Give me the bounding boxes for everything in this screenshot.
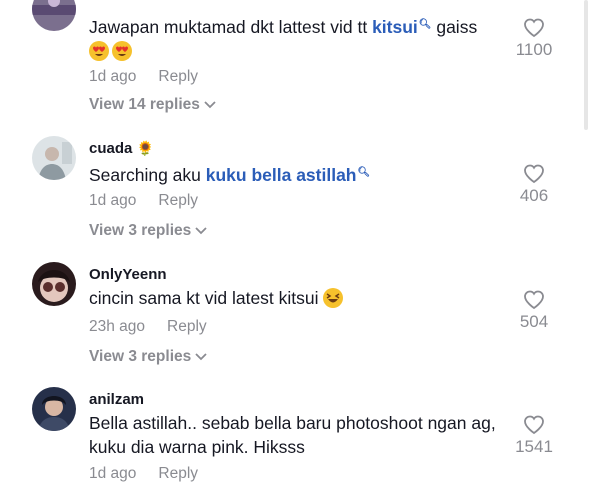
search-icon: 🔍︎ xyxy=(357,167,371,178)
avatar[interactable] xyxy=(32,136,76,180)
reply-button[interactable]: Reply xyxy=(158,68,198,85)
username[interactable]: anilzam xyxy=(89,391,144,408)
like-count: 1541 xyxy=(515,437,553,456)
like-count: 1100 xyxy=(515,40,553,59)
like-button[interactable]: 406 xyxy=(512,164,556,206)
comment-meta: 1d ago Reply xyxy=(89,465,198,483)
like-count: 504 xyxy=(519,312,549,331)
chevron-down-icon xyxy=(195,227,207,235)
reply-button[interactable]: Reply xyxy=(158,465,198,482)
search-link[interactable]: kuku bella astillah🔍︎ xyxy=(206,165,370,185)
comment-text: cincin sama kt vid latest kitsui xyxy=(89,286,499,310)
search-link[interactable]: kitsui🔍︎ xyxy=(372,17,431,37)
chevron-down-icon xyxy=(195,353,207,361)
like-count: 406 xyxy=(519,186,549,205)
like-button[interactable]: 1100 xyxy=(512,18,556,60)
comment-meta: 1d ago Reply xyxy=(89,192,198,210)
timestamp: 1d ago xyxy=(89,68,137,85)
comment-meta: 23h ago Reply xyxy=(89,318,207,336)
comment-item: anilzam Bella astillah.. sebab bella bar… xyxy=(0,387,590,486)
view-replies-button[interactable]: View 3 replies xyxy=(89,348,207,366)
heart-outline-icon xyxy=(524,164,544,184)
heart-outline-icon xyxy=(524,415,544,435)
heart-outline-icon xyxy=(524,290,544,310)
reply-button[interactable]: Reply xyxy=(158,192,198,209)
comment-text: Bella astillah.. sebab bella baru photos… xyxy=(89,413,496,457)
like-button[interactable]: 1541 xyxy=(512,415,556,457)
search-icon: 🔍︎ xyxy=(418,19,432,30)
reply-button[interactable]: Reply xyxy=(167,318,207,335)
username[interactable]: OnlyYeenn xyxy=(89,266,167,283)
laughing-emoji-icon xyxy=(323,288,344,308)
like-button[interactable]: 504 xyxy=(512,290,556,332)
heart-outline-icon xyxy=(524,18,544,38)
username[interactable]: cuada 🌻 xyxy=(89,140,154,157)
comment-text: Searching aku kuku bella astillah🔍︎ xyxy=(89,165,371,185)
comment-item: cuada 🌻 Searching aku kuku bella astilla… xyxy=(0,136,590,256)
timestamp: 1d ago xyxy=(89,192,137,209)
sunflower-icon: 🌻 xyxy=(136,140,154,156)
view-replies-button[interactable]: View 14 replies xyxy=(89,96,216,114)
comment-item: OnlyYeenn cincin sama kt vid latest kits… xyxy=(0,262,590,382)
timestamp: 23h ago xyxy=(89,318,146,335)
heart-eyes-emoji-icon xyxy=(89,41,109,61)
avatar[interactable] xyxy=(32,387,76,431)
heart-eyes-emoji-icon xyxy=(112,41,132,61)
avatar[interactable] xyxy=(32,0,76,31)
comment-item: Jawapan muktamad dkt lattest vid tt kits… xyxy=(0,0,590,124)
view-replies-button[interactable]: View 3 replies xyxy=(89,222,207,240)
comment-meta: 1d ago Reply xyxy=(89,68,198,86)
avatar[interactable] xyxy=(32,262,76,306)
timestamp: 1d ago xyxy=(89,465,137,482)
comment-text: Jawapan muktamad dkt lattest vid tt kits… xyxy=(89,13,499,63)
chevron-down-icon xyxy=(204,101,216,109)
